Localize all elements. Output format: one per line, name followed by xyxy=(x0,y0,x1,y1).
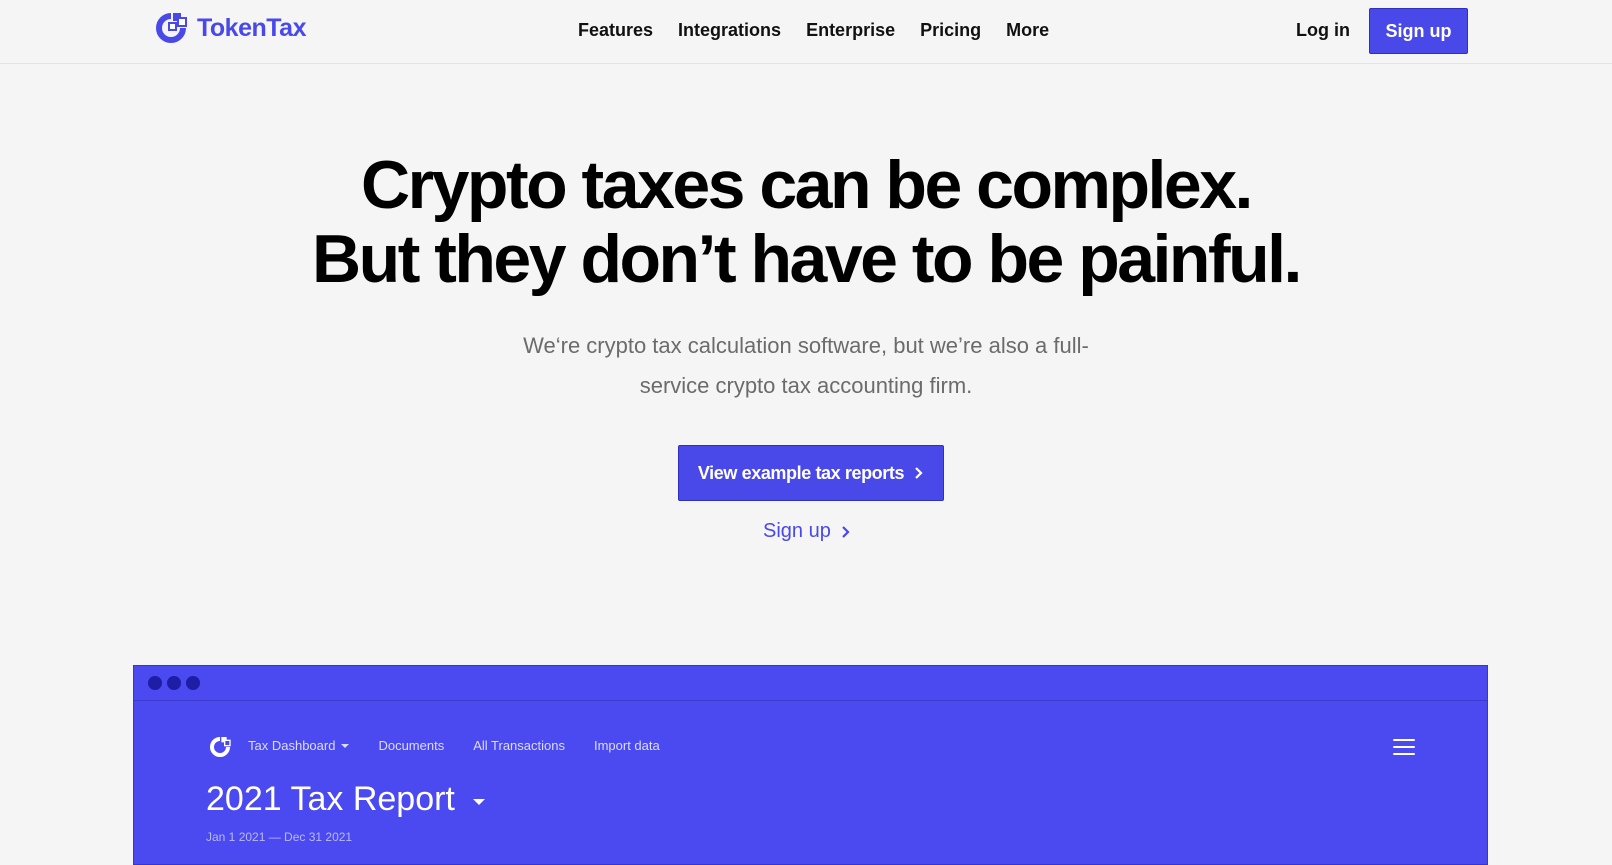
app-preview-window: Tax Dashboard Documents All Transactions… xyxy=(133,665,1488,865)
app-nav-import-data[interactable]: Import data xyxy=(594,738,660,753)
logo-text: TokenTax xyxy=(197,13,307,42)
cta-label: View example tax reports xyxy=(697,462,905,483)
nav-features[interactable]: Features xyxy=(578,20,653,41)
chevron-right-icon xyxy=(842,525,850,538)
hero-title-line-1: Crypto taxes can be complex. xyxy=(361,147,1253,223)
signup-link[interactable]: Sign up xyxy=(763,520,851,543)
report-date-range: Jan 1 2021 — Dec 31 2021 xyxy=(206,830,353,844)
window-titlebar xyxy=(134,666,1487,701)
signup-link-label: Sign up xyxy=(763,520,831,542)
view-example-reports-button[interactable]: View example tax reports xyxy=(678,445,944,501)
login-link[interactable]: Log in xyxy=(1296,20,1350,41)
window-dot-icon xyxy=(148,676,162,690)
signup-button[interactable]: Sign up xyxy=(1369,8,1468,54)
top-navigation: TokenTax Features Integrations Enterpris… xyxy=(0,0,1612,64)
hamburger-menu-icon[interactable] xyxy=(1393,739,1415,760)
app-nav-documents[interactable]: Documents xyxy=(378,738,444,753)
hero-title: Crypto taxes can be complex. But they do… xyxy=(0,148,1612,296)
hero-title-line-2: But they don’t have to be painful. xyxy=(312,221,1302,297)
nav-enterprise[interactable]: Enterprise xyxy=(806,20,895,41)
window-dot-icon xyxy=(186,676,200,690)
nav-more[interactable]: More xyxy=(1006,20,1049,41)
window-dot-icon xyxy=(167,676,181,690)
caret-down-icon xyxy=(472,798,485,805)
hero-subtitle: We‘re crypto tax calculation software, b… xyxy=(523,333,1089,398)
app-nav-all-transactions[interactable]: All Transactions xyxy=(473,738,565,753)
report-title: 2021 Tax Report xyxy=(206,780,455,818)
nav-integrations[interactable]: Integrations xyxy=(678,20,781,41)
chevron-right-icon xyxy=(915,467,923,479)
main-nav: Features Integrations Enterprise Pricing… xyxy=(578,20,1074,41)
app-nav-tax-dashboard[interactable]: Tax Dashboard xyxy=(248,738,350,753)
report-title-dropdown[interactable]: 2021 Tax Report xyxy=(206,780,485,819)
nav-pricing[interactable]: Pricing xyxy=(920,20,981,41)
caret-down-icon xyxy=(341,743,350,748)
app-nav-tax-dashboard-label: Tax Dashboard xyxy=(248,738,336,753)
app-logo-icon xyxy=(210,737,231,757)
tokentax-logo[interactable]: TokenTax xyxy=(153,10,307,46)
tokentax-logo-icon xyxy=(156,13,187,43)
app-preview-nav: Tax Dashboard Documents All Transactions… xyxy=(248,738,689,753)
